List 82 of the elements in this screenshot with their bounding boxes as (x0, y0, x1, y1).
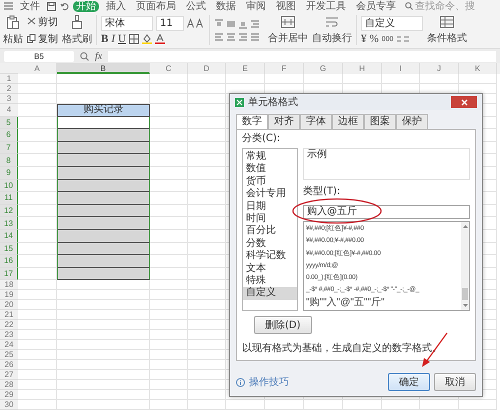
row-header[interactable]: 4 (0, 104, 18, 117)
dialog-tab[interactable]: 数字 (236, 114, 268, 129)
row-header[interactable]: 23 (0, 330, 18, 340)
menu-tab[interactable]: 数据 (213, 0, 239, 12)
column-header[interactable]: K (459, 63, 497, 74)
italic-button[interactable]: I (111, 34, 116, 44)
category-item[interactable]: 常规 (243, 151, 297, 164)
dialog-tab[interactable]: 对齐 (268, 114, 300, 129)
sample-label: 示例 (307, 149, 327, 160)
row-header[interactable]: 30 (0, 400, 18, 410)
wrap-text-button[interactable]: 自动换行 (312, 16, 352, 44)
file-menu[interactable]: 文件 (17, 0, 43, 12)
category-item[interactable]: 货币 (243, 176, 297, 188)
row-header[interactable]: 25 (0, 350, 18, 360)
table-cell: 购买记录 (57, 104, 150, 117)
row-header[interactable]: 19 (0, 290, 18, 300)
row-header[interactable]: 3 (0, 94, 18, 104)
menu-tab[interactable]: 会员专享 (353, 0, 399, 12)
dialog-tab[interactable]: 字体 (300, 114, 332, 129)
menu-tab[interactable]: 审阅 (243, 0, 269, 12)
menu-tab[interactable]: 公式 (183, 0, 209, 12)
row-header[interactable]: 22 (0, 320, 18, 330)
column-header[interactable]: J (420, 63, 459, 74)
format-item[interactable]: "购""入"@"五""斤" (306, 296, 459, 310)
category-item[interactable]: 会计专用 (243, 188, 297, 201)
category-item[interactable]: 数值 (243, 163, 297, 176)
menu-tab[interactable]: 插入 (103, 0, 129, 12)
cancel-button[interactable]: 取消 (434, 373, 476, 392)
menu-tab[interactable]: 视图 (273, 0, 299, 12)
category-item[interactable]: 时间 (243, 213, 297, 226)
dialog-tab[interactable]: 保护 (396, 114, 428, 129)
type-label: 类型(T): (303, 186, 340, 198)
dialog-tab[interactable]: 图案 (364, 114, 396, 129)
row-header[interactable]: 27 (0, 370, 18, 380)
type-input[interactable]: 购入@五斤 (303, 205, 470, 219)
row-header[interactable]: 20 (0, 300, 18, 310)
percent-button[interactable]: % (370, 34, 379, 44)
category-item[interactable]: 文本 (243, 262, 297, 276)
column-header[interactable]: F (265, 63, 304, 74)
bold-button[interactable]: B (101, 34, 108, 44)
category-item[interactable]: 自定义 (243, 287, 297, 300)
delete-button[interactable]: 删除(D) (254, 316, 312, 334)
row-header[interactable]: 2 (0, 84, 18, 94)
currency-button[interactable]: ¥ (361, 34, 366, 44)
row-header[interactable]: 18 (0, 280, 18, 290)
tips-link[interactable]: 操作技巧 (249, 375, 289, 390)
row-header[interactable]: 28 (0, 380, 18, 390)
menu-tab[interactable]: 开发工具 (303, 0, 349, 12)
ok-button[interactable]: 确定 (388, 373, 430, 392)
column-header[interactable]: E (226, 63, 265, 74)
row-header[interactable]: 26 (0, 360, 18, 370)
paste-button[interactable]: 粘贴 (3, 14, 23, 46)
row-header[interactable]: 29 (0, 390, 18, 400)
dialog-title: 单元格格式 (248, 96, 298, 109)
category-label: 分类(C): (242, 133, 280, 145)
row-header[interactable]: 21 (0, 310, 18, 320)
conditional-format-button[interactable]: 条件格式 (427, 16, 467, 44)
format-painter-button[interactable]: 格式刷 (62, 14, 92, 46)
category-item[interactable]: 分数 (243, 238, 297, 250)
category-item[interactable]: 百分比 (243, 225, 297, 238)
number-format-dropdown[interactable]: 自定义 (361, 16, 423, 30)
copy-button[interactable]: 复制 (27, 32, 58, 46)
function-button[interactable]: fx (95, 50, 102, 62)
cut-button[interactable]: 剪切 (27, 14, 58, 28)
column-header[interactable]: H (343, 63, 382, 74)
menu-tab[interactable]: 页面布局 (133, 0, 179, 12)
dialog-tab[interactable]: 边框 (332, 114, 364, 129)
category-item[interactable]: 日期 (243, 200, 297, 214)
column-header[interactable]: G (304, 63, 343, 74)
merge-center-button[interactable]: 合并居中 (268, 16, 308, 44)
row-header[interactable]: 1 (0, 74, 18, 84)
underline-button[interactable]: U (118, 34, 126, 44)
category-item[interactable]: 科学记数 (243, 250, 297, 263)
column-header[interactable]: B (57, 63, 150, 74)
column-header[interactable]: I (382, 63, 420, 74)
column-header[interactable]: D (188, 63, 226, 74)
category-item[interactable]: 特殊 (243, 275, 297, 288)
column-header[interactable]: C (150, 63, 188, 74)
cell-reference-box[interactable]: B5 (4, 50, 74, 62)
row-header[interactable]: 24 (0, 340, 18, 350)
font-size-dropdown[interactable]: 11 (156, 16, 184, 30)
font-dropdown[interactable]: 宋体 (101, 16, 153, 30)
